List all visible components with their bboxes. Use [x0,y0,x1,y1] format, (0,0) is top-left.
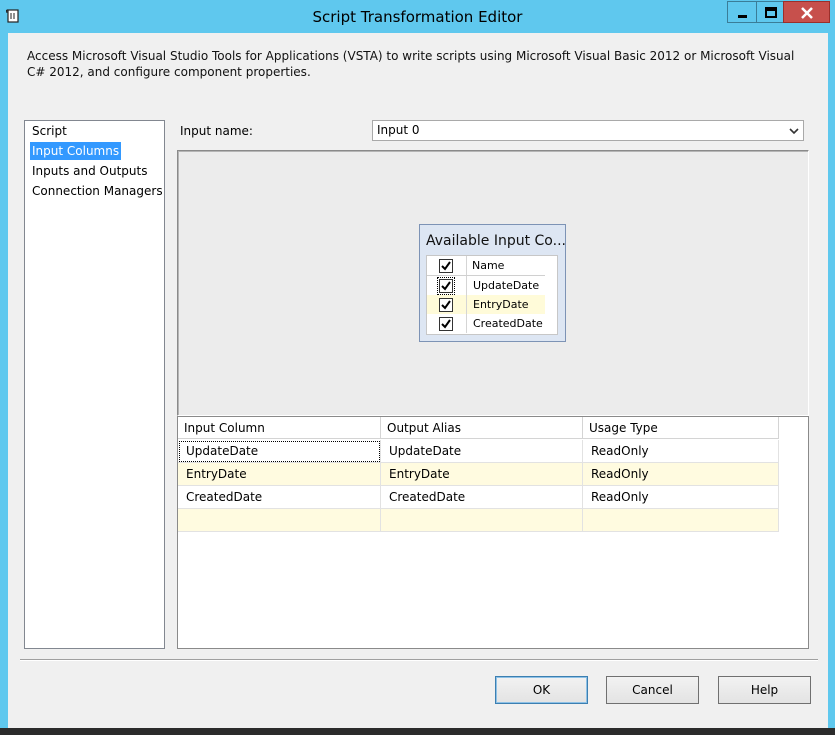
input-column-cell[interactable]: UpdateDate [178,440,381,463]
available-column-row[interactable]: UpdateDate [427,276,545,295]
input-name-select[interactable]: Input 0 [372,120,804,141]
available-columns-header: Name [427,256,545,276]
new-row[interactable] [178,509,779,532]
table-row[interactable]: CreatedDate CreatedDate ReadOnly [178,486,779,509]
checkmark-icon [441,281,451,291]
input-column-cell[interactable]: EntryDate [178,463,381,486]
title-bar[interactable]: Script Transformation Editor [0,0,835,33]
usage-type-cell[interactable] [583,509,779,532]
table-row[interactable]: EntryDate EntryDate ReadOnly [178,463,779,486]
available-columns-list: Name UpdateDate EntryDate CreatedDate [426,255,558,335]
output-alias-cell[interactable]: EntryDate [381,463,583,486]
divider [20,659,818,661]
close-icon [801,7,813,19]
maximize-button[interactable] [756,1,784,23]
available-input-columns-box[interactable]: Available Input Co... Name UpdateDate En… [419,224,566,342]
input-name-value: Input 0 [377,123,420,137]
dialog-body: Access Microsoft Visual Studio Tools for… [8,33,828,728]
grid-header-output-alias[interactable]: Output Alias [381,417,583,439]
maximize-icon [765,7,777,18]
usage-type-cell[interactable]: ReadOnly [583,463,779,486]
ok-button[interactable]: OK [495,676,588,704]
available-column-row[interactable]: CreatedDate [427,314,545,333]
nav-item-script[interactable]: Script [30,122,69,140]
checkmark-icon [441,319,451,329]
usage-type-cell[interactable]: ReadOnly [583,440,779,463]
output-alias-cell[interactable]: CreatedDate [381,486,583,509]
nav-item-input-columns[interactable]: Input Columns [30,142,122,160]
select-all-checkbox[interactable] [439,259,453,273]
grid-header-input-column[interactable]: Input Column [178,417,381,439]
minimize-icon [738,15,747,18]
nav-item-inputs-and-outputs[interactable]: Inputs and Outputs [30,162,149,180]
grid-header-usage-type[interactable]: Usage Type [583,417,779,439]
close-button[interactable] [783,1,830,23]
checkmark-icon [441,261,451,271]
input-column-cell[interactable]: CreatedDate [178,486,381,509]
usage-type-cell[interactable]: ReadOnly [583,486,779,509]
column-checkbox[interactable] [437,277,455,295]
cancel-button[interactable]: Cancel [606,676,699,704]
help-button[interactable]: Help [718,676,811,704]
name-column-header: Name [472,259,505,272]
checkmark-icon [441,300,451,310]
column-name: UpdateDate [473,279,540,292]
description-text: Access Microsoft Visual Studio Tools for… [27,49,795,79]
available-column-row[interactable]: EntryDate [427,295,545,314]
desktop-background [0,728,835,735]
column-name: CreatedDate [473,317,543,330]
page-list: Script Input Columns Inputs and Outputs … [24,120,165,649]
column-name: EntryDate [473,298,529,311]
minimize-button[interactable] [727,1,757,23]
input-column-cell[interactable] [178,509,381,532]
column-checkbox[interactable] [439,298,453,312]
input-name-label: Input name: [180,124,253,138]
nav-item-connection-managers[interactable]: Connection Managers [30,182,165,200]
columns-grid: Input Column Output Alias Usage Type Upd… [177,416,809,649]
table-row[interactable]: UpdateDate UpdateDate ReadOnly [178,440,779,463]
chevron-down-icon [789,128,799,135]
available-columns-area: Available Input Co... Name UpdateDate En… [177,150,809,416]
window-title: Script Transformation Editor [312,8,523,26]
available-columns-title: Available Input Co... [426,233,566,249]
column-checkbox[interactable] [439,317,453,331]
output-alias-cell[interactable]: UpdateDate [381,440,583,463]
output-alias-cell[interactable] [381,509,583,532]
